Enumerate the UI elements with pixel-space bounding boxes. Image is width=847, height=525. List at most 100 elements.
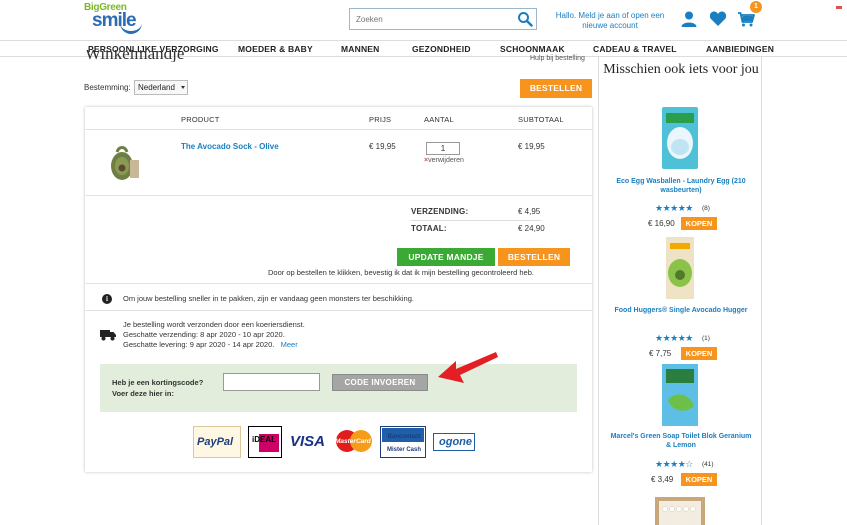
- sidebar-title: Misschien ook iets voor jou: [603, 62, 759, 77]
- product-image-avocado-sock[interactable]: [105, 140, 145, 182]
- help-link[interactable]: Hulp bij bestelling: [530, 55, 585, 62]
- account-link[interactable]: Hallo. Meld je aan of open een nieuwe ac…: [550, 11, 670, 31]
- divider: [85, 310, 592, 311]
- destination-select[interactable]: Nederland: [134, 80, 188, 95]
- total-value: € 24,90: [518, 224, 545, 233]
- more-link[interactable]: Meer: [281, 340, 298, 349]
- buy-button[interactable]: KOPEN: [681, 473, 717, 486]
- samples-notice: Om jouw bestelling sneller in te pakken,…: [123, 294, 414, 303]
- remove-item-label: verwijderen: [428, 157, 464, 164]
- rating-count: (8): [702, 205, 710, 212]
- destination-value: Nederland: [138, 83, 175, 92]
- recommended-product-name[interactable]: Marcel's Green Soap Toilet Blok Geranium…: [609, 432, 753, 450]
- quantity-input[interactable]: 1: [426, 142, 460, 155]
- search-box: [349, 8, 537, 30]
- divider: [85, 195, 592, 196]
- shipping-label: VERZENDING:: [411, 207, 469, 216]
- nav-item-aanbiedingen[interactable]: AANBIEDINGEN: [706, 44, 774, 54]
- shipping-info-line-1: Je bestelling wordt verzonden door een k…: [123, 320, 305, 329]
- visa-logo: VISA: [288, 426, 330, 458]
- ideal-logo: iDEAL: [248, 426, 282, 458]
- shipping-info-line-3: Geschatte levering: 9 apr 2020 - 14 apr …: [123, 340, 305, 350]
- search-input[interactable]: [350, 9, 510, 29]
- column-header-product: PRODUCT: [181, 115, 220, 124]
- info-icon: i: [102, 294, 112, 304]
- column-header-quantity: AANTAL: [424, 115, 454, 124]
- rating-count: (1): [702, 335, 710, 342]
- ogone-logo: ogone: [433, 433, 475, 451]
- order-button-bottom[interactable]: BESTELLEN: [498, 248, 570, 266]
- product-image-cotton-buds[interactable]: [655, 497, 705, 525]
- divider: [411, 220, 541, 221]
- nav-item-moeder-baby[interactable]: MOEDER & BABY: [238, 44, 313, 54]
- update-cart-button[interactable]: UPDATE MANDJE: [397, 248, 495, 266]
- mastercard-logo: MasterCard: [334, 426, 374, 458]
- recommended-product-price: € 3,49: [651, 475, 674, 484]
- discount-label-line-1: Heb je een kortingscode?: [112, 378, 204, 387]
- payment-methods: PayPal iDEAL VISA MasterCard Bancontact …: [193, 426, 493, 460]
- product-price: € 19,95: [369, 142, 396, 151]
- chevron-down-icon: [181, 86, 185, 89]
- product-image-green-soap[interactable]: [656, 364, 704, 426]
- destination-label: Bestemming:: [84, 83, 131, 92]
- recommended-product-name[interactable]: Eco Egg Wasballen - Laundry Egg (210 was…: [609, 177, 753, 195]
- site-header: BigGreen smile Hallo. Meld je aan of ope…: [0, 0, 847, 40]
- nav-item-cadeau-travel[interactable]: CADEAU & TRAVEL: [593, 44, 677, 54]
- truck-icon: [100, 330, 116, 341]
- visa-text: VISA: [290, 433, 326, 450]
- cart-count-badge: 1: [750, 1, 762, 13]
- rating-stars: ★★★★☆: [655, 459, 693, 469]
- bancontact-text: Bancontact Mister Cash: [386, 434, 421, 453]
- enter-code-button[interactable]: CODE INVOEREN: [332, 374, 428, 391]
- shipping-info-line-2: Geschatte verzending: 8 apr 2020 - 10 ap…: [123, 330, 285, 339]
- discount-label-line-2: Voer deze hier in:: [112, 389, 174, 398]
- paypal-logo: PayPal: [193, 426, 241, 458]
- order-button-top[interactable]: BESTELLEN: [520, 79, 592, 98]
- nav-item-mannen[interactable]: MANNEN: [341, 44, 380, 54]
- shipping-value: € 4,95: [518, 207, 541, 216]
- search-icon[interactable]: [517, 11, 533, 27]
- total-label: TOTAAL:: [411, 224, 447, 233]
- rating-count: (41): [702, 461, 714, 468]
- discount-code-input[interactable]: [223, 373, 320, 391]
- cart-icon[interactable]: [737, 10, 755, 28]
- bancontact-logo: Bancontact Mister Cash: [380, 426, 426, 458]
- red-arrow-annotation: [438, 352, 498, 383]
- order-confirm-note: Door op bestellen te klikken, bevestig i…: [268, 268, 534, 277]
- column-header-subtotal: SUBTOTAAL: [518, 115, 564, 124]
- product-subtotal: € 19,95: [518, 142, 545, 151]
- product-name-link[interactable]: The Avocado Sock - Olive: [181, 142, 279, 151]
- mastercard-text: MasterCard: [335, 438, 371, 445]
- discount-code-box: Heb je een kortingscode? Voer deze hier …: [100, 364, 577, 412]
- ogone-text: ogone: [439, 436, 472, 448]
- rating-stars: ★★★★★: [655, 203, 693, 213]
- account-line-2: nieuwe account: [582, 21, 638, 30]
- cart-panel: PRODUCT PRIJS AANTAL SUBTOTAAL The Avoca…: [85, 107, 592, 472]
- column-header-price: PRIJS: [369, 115, 392, 124]
- recommendations-sidebar: Misschien ook iets voor jou Eco Egg Wasb…: [598, 57, 762, 525]
- divider: [85, 283, 592, 284]
- page-title: Winkelmandje: [85, 50, 185, 62]
- discount-label: Heb je een kortingscode? Voer deze hier …: [112, 377, 203, 399]
- buy-button[interactable]: KOPEN: [681, 217, 717, 230]
- heart-icon[interactable]: [709, 10, 727, 28]
- nav-item-schoonmaak[interactable]: SCHOONMAAK: [500, 44, 565, 54]
- biggreensmile-logo[interactable]: BigGreen smile: [84, 2, 146, 36]
- corner-flag-icon: [836, 6, 842, 9]
- account-line-1: Hallo. Meld je aan of open een: [555, 11, 665, 20]
- recommended-product-price: € 7,75: [649, 349, 672, 358]
- recommended-product-name[interactable]: Food Huggers® Single Avocado Hugger: [609, 306, 753, 315]
- recommended-product-price: € 16,90: [648, 219, 675, 228]
- shipping-info: Je bestelling wordt verzonden door een k…: [123, 320, 305, 350]
- ideal-text: iDEAL: [252, 435, 276, 444]
- remove-item-link[interactable]: ×verwijderen: [424, 157, 464, 164]
- product-image-food-hugger[interactable]: [656, 237, 704, 299]
- paypal-text: PayPal: [197, 436, 234, 448]
- buy-button[interactable]: KOPEN: [681, 347, 717, 360]
- rating-stars: ★★★★★: [655, 333, 693, 343]
- product-image-eco-egg[interactable]: [656, 107, 704, 169]
- shipping-info-line-3-text: Geschatte levering: 9 apr 2020 - 14 apr …: [123, 340, 275, 349]
- user-icon[interactable]: [680, 10, 698, 28]
- divider: [85, 129, 592, 130]
- nav-item-gezondheid[interactable]: GEZONDHEID: [412, 44, 471, 54]
